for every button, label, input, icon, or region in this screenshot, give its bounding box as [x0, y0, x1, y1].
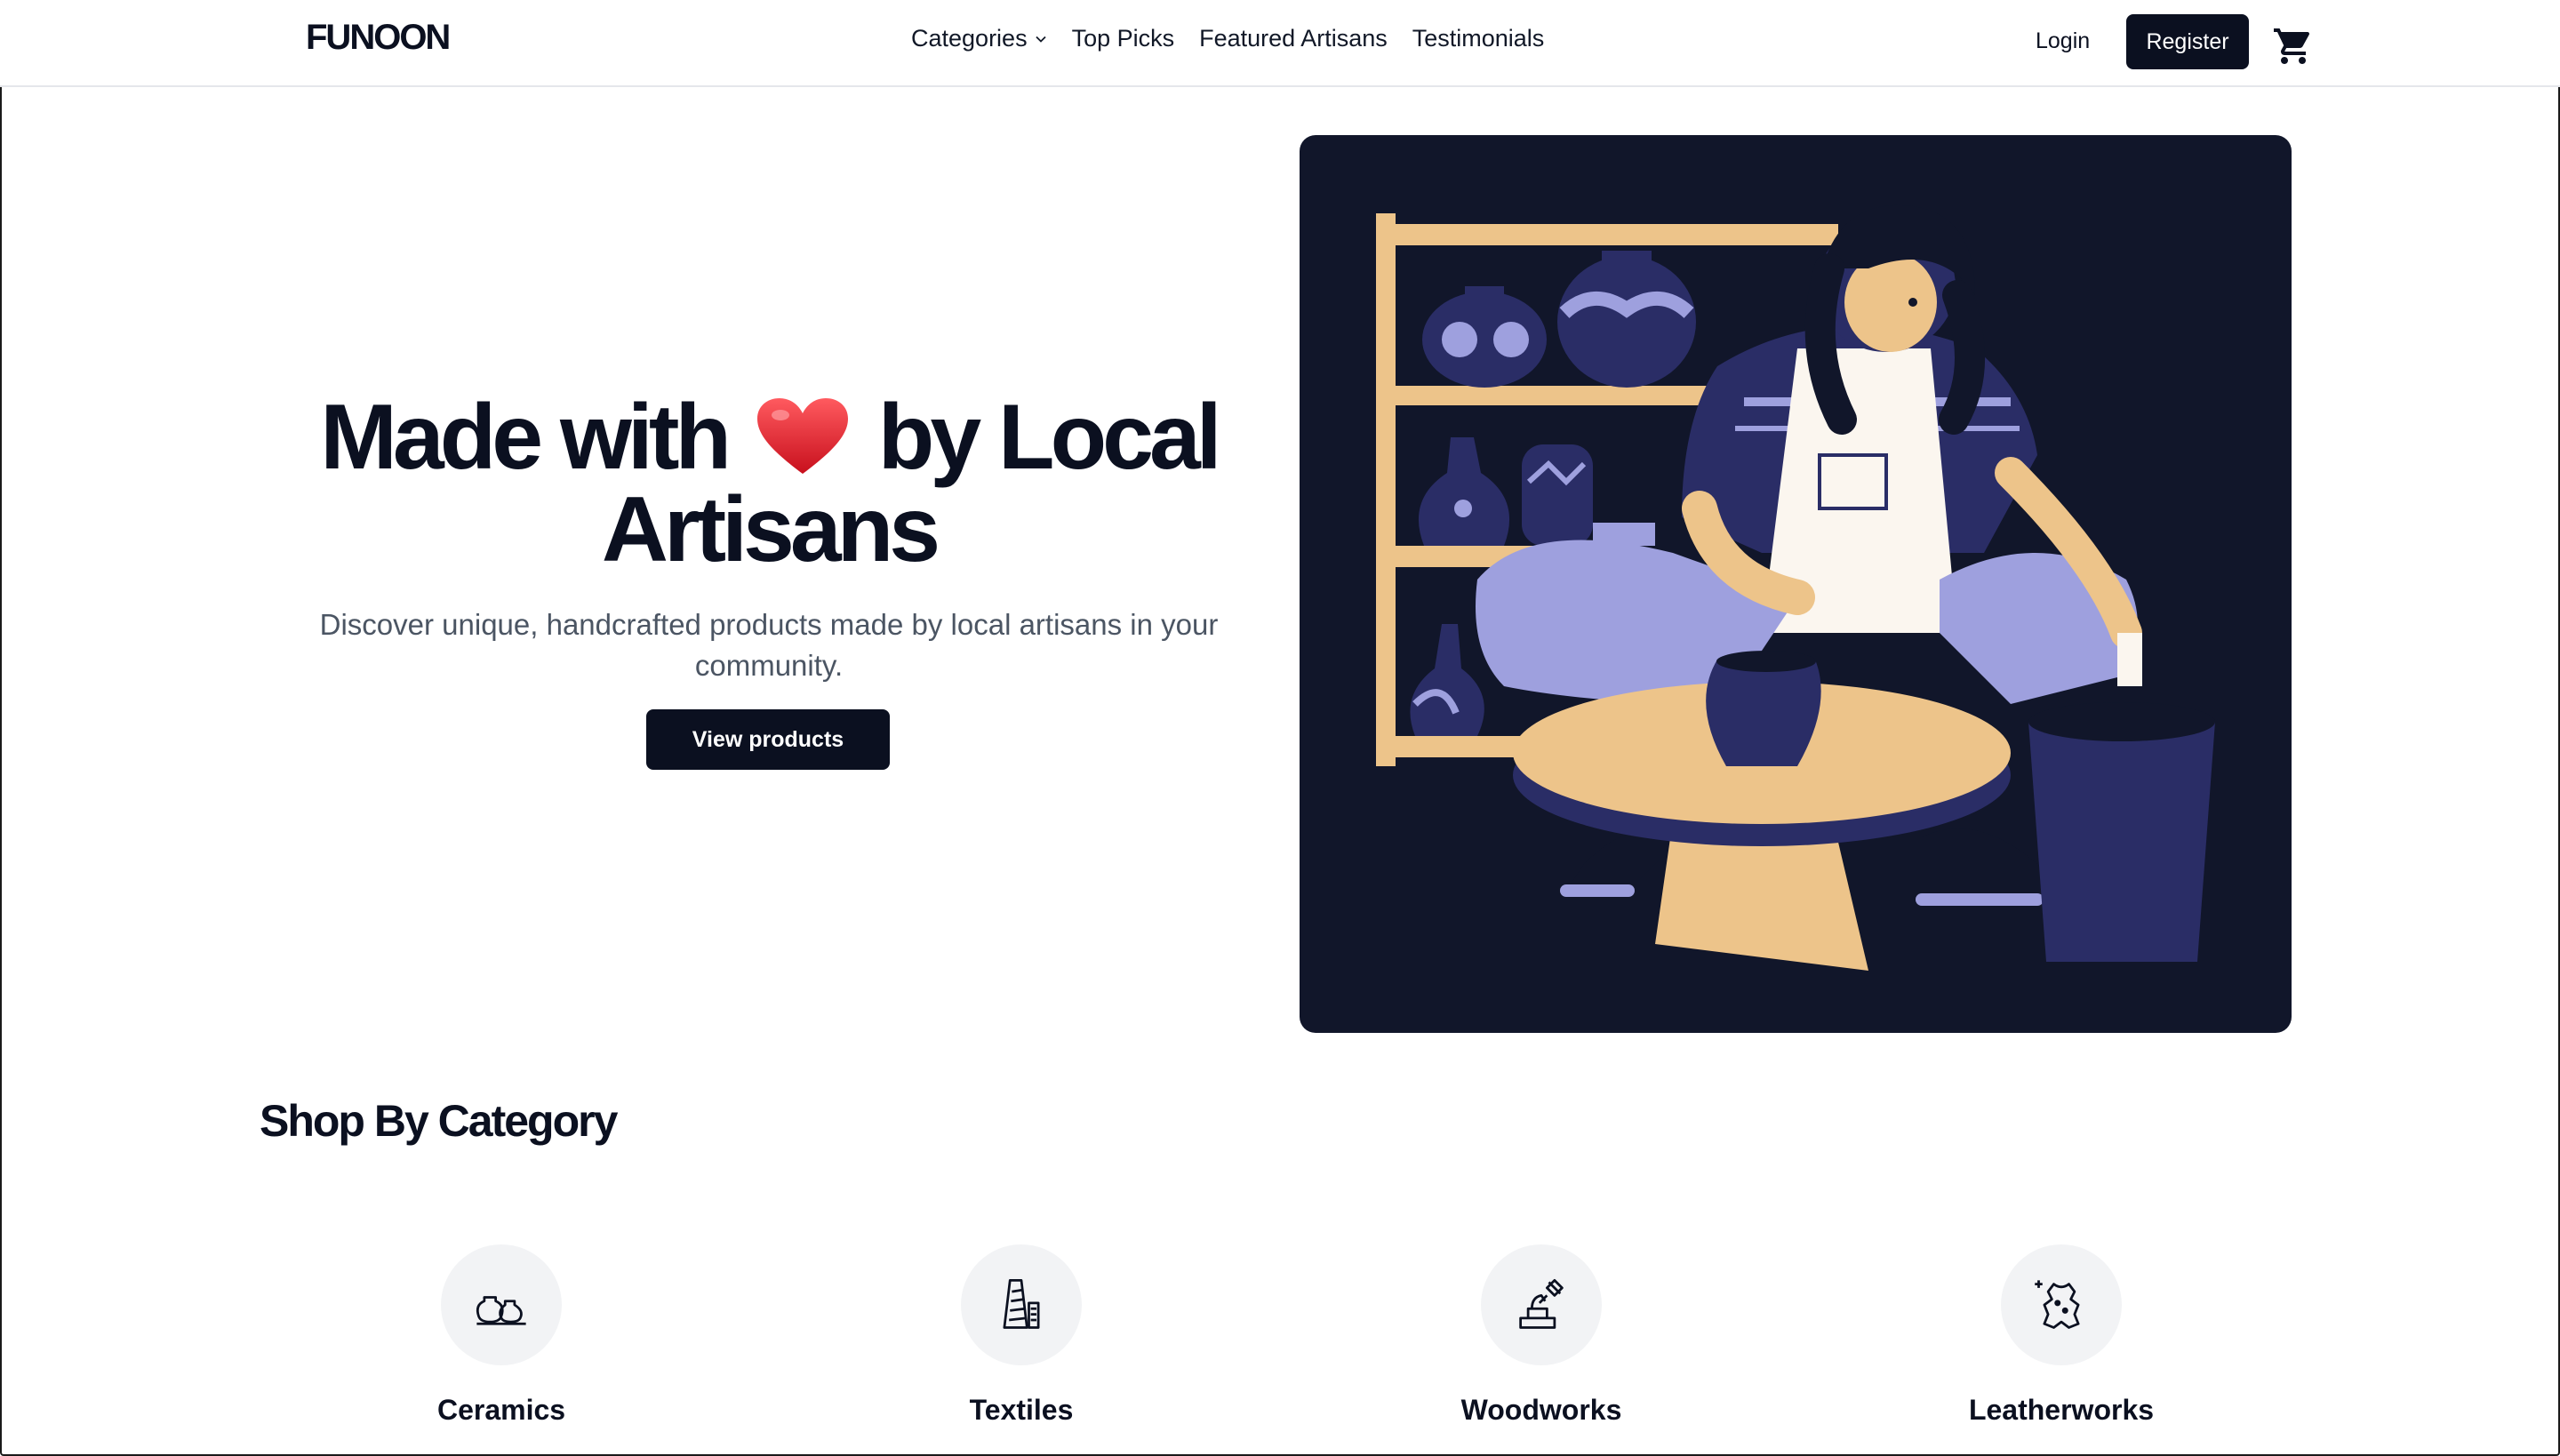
- view-products-button[interactable]: View products: [646, 709, 890, 770]
- woodworks-icon: [1519, 1278, 1564, 1329]
- textiles-icon: [1003, 1278, 1040, 1329]
- shop-by-category-heading: Shop By Category: [260, 1096, 618, 1146]
- heart-emoji-icon: [756, 398, 848, 474]
- chevron-down-icon: [1035, 36, 1046, 43]
- category-leatherworks[interactable]: Leatherworks: [1928, 1244, 2195, 1427]
- nav-link-top-picks[interactable]: Top Picks: [1072, 25, 1175, 52]
- category-label: Leatherworks: [1968, 1394, 2155, 1426]
- category-label: Ceramics: [436, 1394, 566, 1426]
- category-label: Textiles: [969, 1394, 1074, 1426]
- register-button[interactable]: Register: [2126, 14, 2249, 69]
- main-nav: Categories Top Picks Featured Artisans T…: [911, 25, 1544, 52]
- nav-categories-dropdown[interactable]: Categories: [911, 25, 1047, 52]
- category-icon-circle: [961, 1244, 1082, 1365]
- category-icon-circle: [1481, 1244, 1602, 1365]
- artisan-pottery-illustration: [1300, 135, 2292, 1033]
- login-link[interactable]: Login: [2036, 28, 2090, 54]
- top-navbar: FUNOON Categories Top Picks Featured Art…: [0, 0, 2560, 87]
- category-label: Woodworks: [1460, 1394, 1622, 1426]
- brand-logo[interactable]: FUNOON: [306, 18, 451, 58]
- hero-title: Made with by Local Artisans: [302, 391, 1236, 576]
- nav-categories-label: Categories: [911, 25, 1028, 52]
- shopping-cart-icon[interactable]: [2272, 25, 2315, 68]
- category-textiles[interactable]: Textiles: [888, 1244, 1155, 1427]
- leatherworks-icon: [2035, 1280, 2080, 1329]
- category-woodworks[interactable]: Woodworks: [1408, 1244, 1675, 1427]
- ceramics-icon: [476, 1296, 526, 1325]
- nav-link-featured-artisans[interactable]: Featured Artisans: [1199, 25, 1388, 52]
- hero-subtitle: Discover unique, handcrafted products ma…: [319, 608, 1219, 682]
- hero-title-part1: Made with: [320, 386, 732, 489]
- category-icon-circle: [441, 1244, 562, 1365]
- category-ceramics[interactable]: Ceramics: [368, 1244, 635, 1427]
- nav-link-testimonials[interactable]: Testimonials: [1412, 25, 1545, 52]
- hero-title-part2: by Local: [877, 386, 1222, 489]
- hero-headline-block: Made with by Local Artisans: [302, 391, 1236, 576]
- hero-title-line2: Artisans: [601, 478, 940, 581]
- category-icon-circle: [2001, 1244, 2122, 1365]
